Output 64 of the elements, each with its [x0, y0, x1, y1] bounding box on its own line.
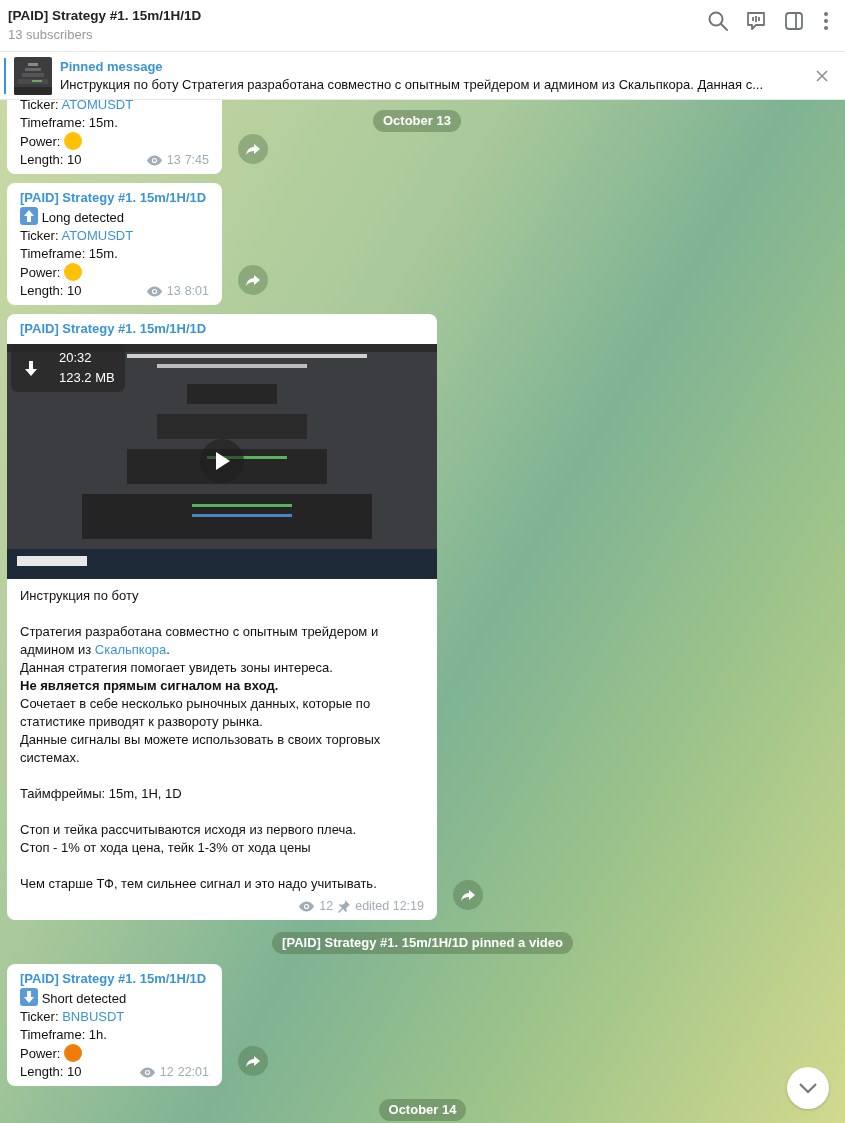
caption-paragraph: Таймфреймы: 15m, 1H, 1D: [20, 785, 183, 803]
ticker-label: Ticker:: [20, 100, 59, 112]
caption-paragraph: Стоп и тейка рассчитываются исходя из первого плеча. Стоп - 1% от хода цена, тейк 1-3% от хода цены: [20, 821, 358, 857]
chevron-down-icon: [798, 1082, 818, 1094]
direction-text: Short detected: [41, 991, 127, 1006]
author-name[interactable]: [PAID] Strategy #1. 15m/1H/1D: [20, 970, 209, 988]
search-icon[interactable]: [707, 10, 729, 32]
view-count: 12: [319, 898, 334, 915]
message-time: 22:01: [177, 1064, 209, 1081]
author-name[interactable]: [PAID] Strategy #1. 15m/1H/1D: [20, 320, 424, 338]
date-label: October 13: [373, 110, 461, 132]
length-text: Length: 10: [20, 1063, 82, 1081]
caption-paragraph: Стратегия разработана совместно с опытным трейдером и админом из Скальпкора. Данная стратегия помогает увидеть зоны интереса. Не является прямым сигналом на вход. Сочетает в себе несколько рыночных данных, которые по статистике приводят к развороту рынка. Данные сигналы вы можете использовать в своих торговых системах.: [20, 623, 382, 767]
sidebar-icon[interactable]: [783, 10, 805, 32]
service-message: [PAID] Strategy #1. 15m/1H/1D pinned a video: [272, 932, 573, 954]
ticker-link[interactable]: BNBUSDT: [62, 1009, 125, 1024]
view-count: 13: [166, 152, 181, 169]
timeframe-text: Timeframe: 15m.: [20, 115, 118, 130]
discussion-icon[interactable]: [745, 10, 767, 32]
file-size: 123.2 MB: [59, 369, 115, 387]
pinned-title[interactable]: Pinned message: [60, 57, 807, 76]
scroll-down-button[interactable]: [787, 1067, 829, 1109]
message-time: edited 12:19: [355, 898, 424, 915]
views-icon: [145, 153, 163, 167]
views-icon: [138, 1065, 156, 1079]
author-name[interactable]: [PAID] Strategy #1. 15m/1H/1D: [20, 189, 209, 207]
date-label: October 14: [378, 1099, 467, 1121]
length-text: Length: 10: [20, 151, 82, 169]
subscriber-count: 13 subscribers: [8, 26, 94, 44]
close-icon[interactable]: [815, 68, 829, 83]
power-label: Power:: [20, 1046, 61, 1061]
ticker-label: Ticker:: [20, 228, 59, 243]
power-label: Power:: [20, 134, 61, 149]
length-text: Length: 10: [20, 282, 82, 300]
forward-button[interactable]: [238, 134, 268, 164]
menu-icon[interactable]: [821, 10, 831, 32]
share-arrow-icon: [245, 141, 261, 157]
caption-paragraph: Инструкция по боту: [20, 587, 140, 605]
ticker-label: Ticker:: [20, 1009, 59, 1024]
video-duration: 20:32: [59, 349, 93, 367]
view-count: 13: [166, 283, 181, 300]
forward-button[interactable]: [238, 265, 268, 295]
share-arrow-icon: [460, 887, 476, 903]
views-icon: [145, 284, 163, 298]
direction-text: Long detected: [41, 210, 125, 225]
views-icon: [298, 899, 316, 913]
caption-paragraph: Чем старше ТФ, тем сильнее сигнал и это надо учитывать.: [20, 875, 378, 893]
message-time: 7:45: [184, 152, 209, 169]
play-button[interactable]: [200, 439, 244, 483]
forward-button[interactable]: [453, 880, 483, 910]
ticker-link[interactable]: ATOMUSDT: [61, 228, 134, 243]
share-arrow-icon: [245, 1053, 261, 1069]
ticker-link[interactable]: ATOMUSDT: [61, 100, 134, 112]
forward-button[interactable]: [238, 1046, 268, 1076]
view-count: 12: [159, 1064, 174, 1081]
channel-title: [PAID] Strategy #1. 15m/1H/1D: [8, 7, 203, 25]
share-arrow-icon: [245, 272, 261, 288]
power-label: Power:: [20, 265, 61, 280]
play-icon: [214, 451, 230, 471]
timeframe-text: Timeframe: 1h.: [20, 1027, 107, 1042]
message-time: 8:01: [184, 283, 209, 300]
download-icon[interactable]: [23, 359, 39, 377]
timeframe-text: Timeframe: 15m.: [20, 246, 118, 261]
pinned-text[interactable]: Инструкция по боту Стратегия разработана совместно с опытным трейдером и админом из Скальпкора. Данная с...: [60, 75, 807, 94]
